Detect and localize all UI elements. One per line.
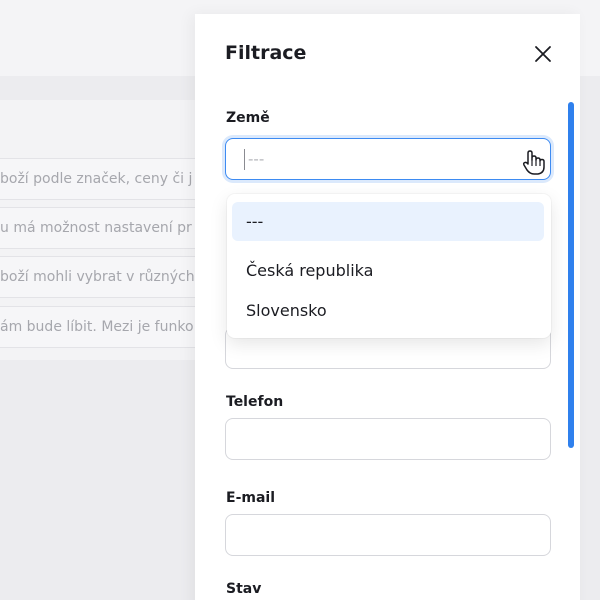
text-caret (244, 149, 245, 170)
scrollbar[interactable] (568, 102, 574, 448)
list-item: boží podle značek, ceny či j (0, 158, 205, 200)
country-dropdown: --- Česká republika Slovensko (227, 194, 551, 338)
drawer-title: Filtrace (225, 42, 307, 64)
dropdown-option[interactable]: --- (232, 202, 544, 241)
country-label: Země (226, 110, 270, 126)
list-item: u má možnost nastavení pr (0, 207, 205, 249)
list-item: boží mohli vybrat v různých (0, 256, 205, 298)
phone-input[interactable] (225, 418, 551, 460)
close-icon[interactable] (533, 44, 553, 64)
email-input[interactable] (225, 514, 551, 556)
hand-cursor-icon (518, 147, 548, 177)
status-label: Stav (226, 581, 262, 597)
list-item: ám bude líbit. Mezi je funko (0, 306, 205, 348)
country-select[interactable]: --- (225, 138, 551, 180)
dropdown-option[interactable]: Slovensko (232, 291, 544, 330)
phone-label: Telefon (226, 394, 284, 410)
country-placeholder: --- (248, 150, 265, 168)
email-label: E-mail (226, 490, 276, 506)
dropdown-option[interactable]: Česká republika (232, 251, 544, 290)
background-card: boží podle značek, ceny či j u má možnos… (0, 100, 205, 360)
